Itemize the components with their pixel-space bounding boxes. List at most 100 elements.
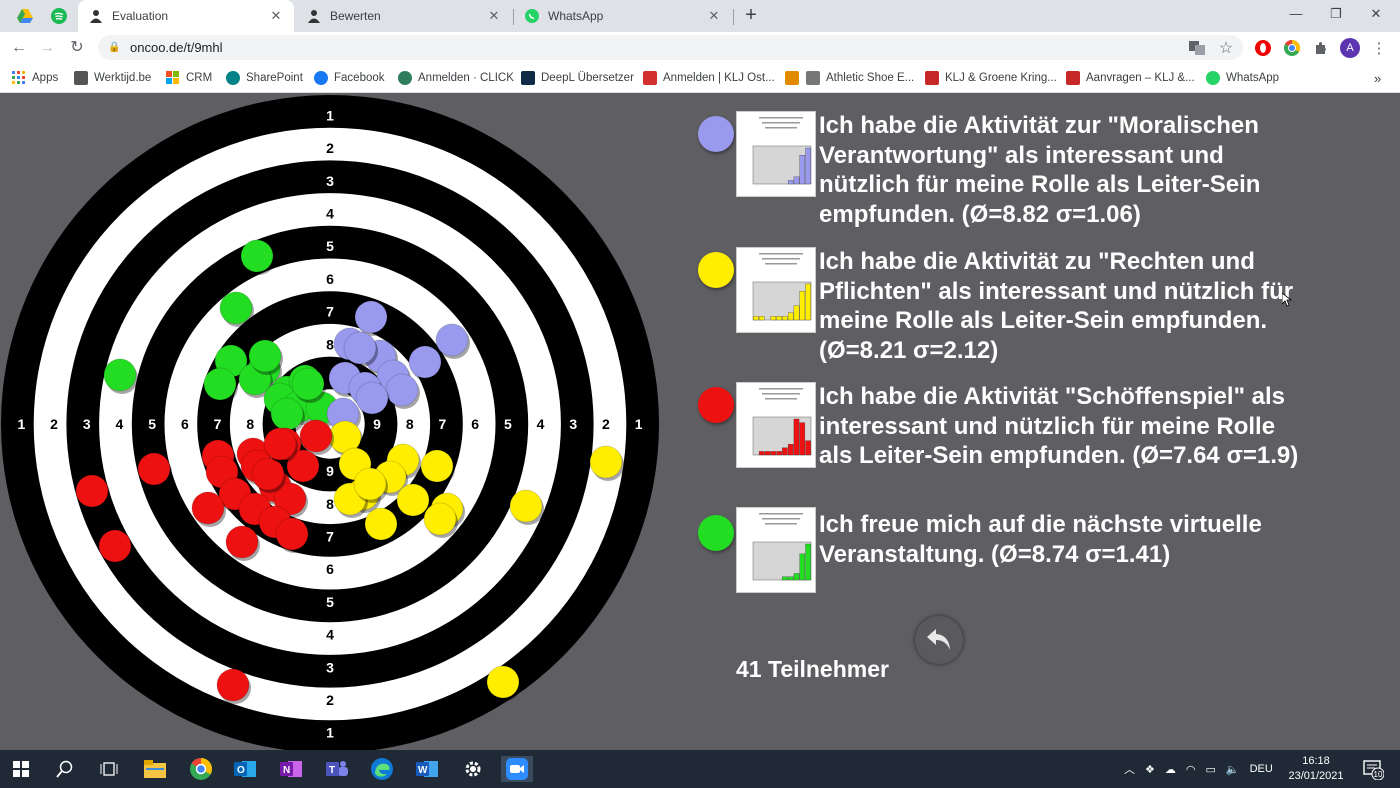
onenote-icon[interactable]: N xyxy=(278,756,304,782)
more-bookmarks-chevron-icon[interactable]: » xyxy=(1374,69,1381,87)
response-dot[interactable] xyxy=(191,491,225,525)
new-tab-plus-icon[interactable]: + xyxy=(740,5,762,27)
histogram-thumbnail[interactable] xyxy=(736,507,816,593)
response-dot[interactable] xyxy=(343,331,377,365)
response-dot[interactable] xyxy=(240,239,274,273)
wifi-icon[interactable]: ◠ xyxy=(1186,763,1196,776)
response-dot[interactable] xyxy=(263,427,297,461)
response-dot[interactable] xyxy=(225,525,259,559)
chevron-up-icon[interactable]: ︿ xyxy=(1124,761,1135,777)
address-bar[interactable]: 🔒 oncoo.de/t/9mhl xyxy=(98,35,1243,60)
dropbox-icon[interactable]: ❖ xyxy=(1145,763,1155,776)
translate-icon[interactable] xyxy=(1187,38,1207,58)
svg-text:T: T xyxy=(329,765,335,776)
response-dot[interactable] xyxy=(354,300,388,334)
zoom-icon[interactable] xyxy=(501,756,533,782)
language-indicator[interactable]: DEU xyxy=(1250,763,1273,775)
histogram-chart xyxy=(752,253,812,321)
bookmark-klj-ost[interactable]: Anmelden | KLJ Ost... xyxy=(643,69,775,87)
response-dot[interactable] xyxy=(299,419,333,453)
response-dot[interactable] xyxy=(203,367,237,401)
response-dot[interactable] xyxy=(219,291,253,325)
bookmark-click[interactable]: Anmelden · CLICK xyxy=(398,69,514,87)
response-dot[interactable] xyxy=(435,323,469,357)
tab-whatsapp[interactable]: WhatsApp ✕ xyxy=(514,0,732,32)
outlook-icon[interactable]: O xyxy=(232,756,258,782)
chrome-icon[interactable] xyxy=(188,756,214,782)
response-dot[interactable] xyxy=(355,381,389,415)
bookmark-werktijd[interactable]: Werktijd.be xyxy=(74,69,151,87)
onedrive-cloud-icon[interactable]: ☁ xyxy=(1165,763,1176,776)
taskbar-clock[interactable]: 16:18 23/01/2021 xyxy=(1286,754,1346,784)
response-dot[interactable] xyxy=(98,529,132,563)
settings-gear-icon[interactable] xyxy=(460,756,486,782)
menu-kebab-icon[interactable]: ⋮ xyxy=(1369,38,1389,58)
response-dot[interactable] xyxy=(216,668,250,702)
forward-arrow-icon[interactable]: → xyxy=(36,37,58,59)
ring-label: 1 xyxy=(326,107,334,123)
bookmark-aanvragen[interactable]: Aanvragen – KLJ &... xyxy=(1066,69,1195,87)
task-view-icon[interactable] xyxy=(96,756,122,782)
response-dot[interactable] xyxy=(589,445,623,479)
teams-icon[interactable]: T xyxy=(324,756,350,782)
response-dot[interactable] xyxy=(408,345,442,379)
close-icon[interactable]: ✕ xyxy=(706,8,722,24)
response-dot[interactable] xyxy=(75,474,109,508)
histogram-bar xyxy=(758,316,765,321)
search-icon[interactable] xyxy=(52,756,78,782)
extension-opera-icon[interactable] xyxy=(1253,38,1273,58)
bookmark-athletic-shoe[interactable]: Athletic Shoe E... xyxy=(806,69,914,87)
tab-separator xyxy=(733,9,734,25)
windows-start-icon[interactable] xyxy=(8,756,34,782)
tab-evaluation[interactable]: Evaluation ✕ xyxy=(78,0,294,32)
bookmark-shield[interactable] xyxy=(785,69,805,87)
bookmark-whatsapp[interactable]: WhatsApp xyxy=(1206,69,1279,87)
response-dot[interactable] xyxy=(509,489,543,523)
bookmark-klj-groene-kring[interactable]: KLJ & Groene Kring... xyxy=(925,69,1057,87)
edge-icon[interactable] xyxy=(369,756,395,782)
notification-center-icon[interactable]: 10 xyxy=(1360,756,1386,782)
response-dot[interactable] xyxy=(270,397,304,431)
bookmark-apps[interactable]: Apps xyxy=(12,69,58,87)
tab-bewerten[interactable]: Bewerten ✕ xyxy=(296,0,512,32)
response-dot[interactable] xyxy=(103,358,137,392)
response-dot[interactable] xyxy=(353,467,387,501)
histogram-thumbnail[interactable] xyxy=(736,247,816,333)
volume-icon[interactable]: 🔈 xyxy=(1226,763,1240,776)
response-dot[interactable] xyxy=(137,452,171,486)
close-icon[interactable]: ✕ xyxy=(268,8,284,24)
back-arrow-icon[interactable]: ← xyxy=(8,37,30,59)
spotify-pinned-tab[interactable] xyxy=(48,6,70,26)
minimize-icon[interactable]: — xyxy=(1276,4,1316,26)
response-dot[interactable] xyxy=(251,457,285,491)
response-dot[interactable] xyxy=(423,502,457,536)
google-drive-pinned-tab[interactable] xyxy=(14,6,36,26)
file-explorer-icon[interactable] xyxy=(142,756,168,782)
response-dot[interactable] xyxy=(364,507,398,541)
reload-icon[interactable]: ↻ xyxy=(66,37,88,59)
profile-avatar[interactable]: A xyxy=(1340,38,1360,58)
bookmark-sharepoint[interactable]: SharePoint xyxy=(226,69,303,87)
extensions-puzzle-icon[interactable] xyxy=(1311,38,1331,58)
window-close-icon[interactable]: ✕ xyxy=(1356,4,1396,26)
bookmark-deepl[interactable]: DeepL Übersetzer xyxy=(521,69,634,87)
response-dot[interactable] xyxy=(486,665,520,699)
bookmark-facebook[interactable]: Facebook xyxy=(314,69,385,87)
battery-icon[interactable]: ▭ xyxy=(1205,763,1215,776)
bookmark-star-icon[interactable]: ☆ xyxy=(1216,38,1236,58)
histogram-thumbnail[interactable] xyxy=(736,111,816,197)
close-icon[interactable]: ✕ xyxy=(486,8,502,24)
response-dot[interactable] xyxy=(385,373,419,407)
response-dot[interactable] xyxy=(275,517,309,551)
response-dot[interactable] xyxy=(420,449,454,483)
response-dot[interactable] xyxy=(248,339,282,373)
bookmark-crm[interactable]: CRM xyxy=(166,69,212,87)
maximize-icon[interactable]: ❐ xyxy=(1316,4,1356,26)
response-dot[interactable] xyxy=(291,367,325,401)
extension-chrome-icon[interactable] xyxy=(1282,38,1302,58)
histogram-thumbnail[interactable] xyxy=(736,382,816,468)
histogram-caption-line xyxy=(759,513,803,515)
undo-back-button[interactable] xyxy=(915,616,963,664)
response-dot[interactable] xyxy=(396,483,430,517)
word-icon[interactable]: W xyxy=(414,756,440,782)
